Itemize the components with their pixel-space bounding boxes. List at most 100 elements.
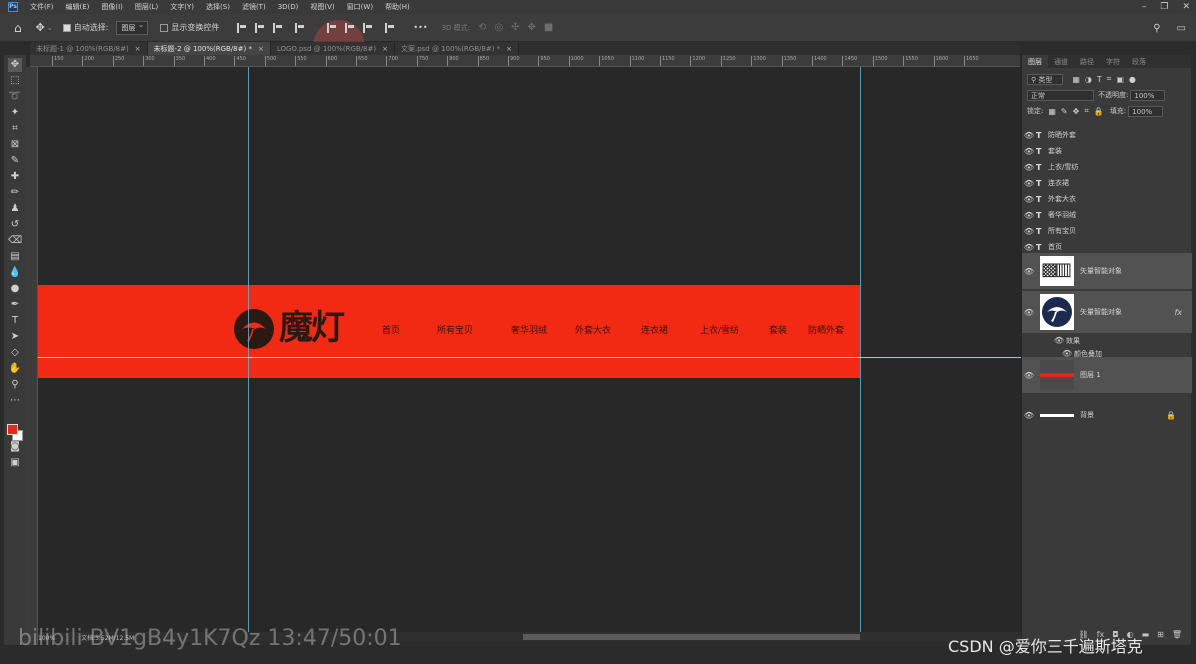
nav-luxury-down[interactable]: 奢华羽绒 <box>511 323 547 336</box>
visibility-eye-icon[interactable]: 👁 <box>1022 308 1036 317</box>
align-left-icon[interactable] <box>237 22 247 33</box>
dodge-tool-icon[interactable]: ● <box>8 282 22 296</box>
lock-all-icon[interactable]: 🔒 <box>1094 107 1104 116</box>
visibility-eye-icon[interactable]: 👁 <box>1052 336 1066 345</box>
tab-copy-psd[interactable]: 文案.psd @ 100%(RGB/8#) * × <box>394 42 520 55</box>
menu-window[interactable]: 窗口(W) <box>341 2 379 12</box>
menu-edit[interactable]: 编辑(E) <box>60 2 96 12</box>
menu-type[interactable]: 文字(Y) <box>164 2 200 12</box>
nav-home[interactable]: 首页 <box>382 323 400 336</box>
visibility-eye-icon[interactable]: 👁 <box>1022 163 1036 172</box>
eraser-tool-icon[interactable]: ⌫ <box>8 234 22 248</box>
restore-icon[interactable]: ❐ <box>1160 2 1168 12</box>
minimize-icon[interactable]: – <box>1142 2 1147 12</box>
align-top-icon[interactable] <box>327 22 337 33</box>
tab-layers[interactable]: 图层 <box>1022 55 1048 68</box>
close-window-icon[interactable]: ✕ <box>1182 2 1190 12</box>
quick-mask-icon[interactable]: ◙ <box>8 440 22 454</box>
tab-close-icon[interactable]: × <box>258 45 264 53</box>
tab-paths[interactable]: 路径 <box>1074 55 1100 68</box>
visibility-eye-icon[interactable]: 👁 <box>1022 131 1036 140</box>
menu-select[interactable]: 选择(S) <box>200 2 236 12</box>
distribute-icon[interactable] <box>295 22 305 33</box>
lasso-tool-icon[interactable]: ➰ <box>8 90 22 104</box>
layer-row-text[interactable]: 👁 T 奢华羽绒 <box>1022 207 1192 223</box>
distribute-vertical-icon[interactable] <box>385 22 395 33</box>
layer-row-text[interactable]: 👁 T 连衣裙 <box>1022 175 1192 191</box>
menu-file[interactable]: 文件(F) <box>24 2 60 12</box>
visibility-eye-icon[interactable]: 👁 <box>1022 371 1036 380</box>
fill-input[interactable]: 100% <box>1128 105 1164 117</box>
layer-effects-icon[interactable]: fx <box>1174 308 1182 317</box>
nav-dresses[interactable]: 连衣裙 <box>641 323 668 336</box>
tab-channels[interactable]: 通道 <box>1048 55 1074 68</box>
visibility-eye-icon[interactable]: 👁 <box>1022 267 1036 276</box>
foreground-color-swatch[interactable] <box>7 424 18 435</box>
tab-close-icon[interactable]: × <box>506 45 512 53</box>
marquee-tool-icon[interactable]: ⬚ <box>8 74 22 88</box>
visibility-eye-icon[interactable]: 👁 <box>1022 211 1036 220</box>
filter-type-icon[interactable]: T <box>1097 75 1102 84</box>
tab-logo-psd[interactable]: LOGO.psd @ 100%(RGB/8#) × <box>270 42 395 55</box>
tab-paragraph[interactable]: 段落 <box>1126 55 1152 68</box>
tab-doc-1[interactable]: 未标题-1 @ 100%(RGB/8#) × <box>30 42 148 55</box>
blend-mode-dropdown[interactable]: 正常 <box>1027 89 1094 101</box>
home-icon[interactable]: ⌂ <box>14 21 22 35</box>
visibility-eye-icon[interactable]: 👁 <box>1022 179 1036 188</box>
layer-row-text[interactable]: 👁 T 防晒外套 <box>1022 127 1192 143</box>
show-transform-checkbox[interactable]: 显示变换控件 <box>160 22 219 33</box>
clone-stamp-tool-icon[interactable]: ♟ <box>8 202 22 216</box>
layer-row-text[interactable]: 👁 T 所有宝贝 <box>1022 223 1192 239</box>
filter-pixel-icon[interactable]: ▦ <box>1072 75 1080 84</box>
menu-help[interactable]: 帮助(H) <box>379 2 416 12</box>
scrollbar-thumb[interactable] <box>523 634 860 640</box>
menu-view[interactable]: 视图(V) <box>304 2 340 12</box>
more-tools-icon[interactable]: ⋯ <box>8 394 22 408</box>
filter-adjustment-icon[interactable]: ◑ <box>1085 75 1092 84</box>
new-layer-icon[interactable]: ⊞ <box>1157 630 1164 639</box>
align-hcenter-icon[interactable] <box>255 22 265 33</box>
visibility-eye-icon[interactable]: 👁 <box>1022 411 1036 420</box>
lock-artboard-icon[interactable]: ⌗ <box>1084 106 1089 116</box>
menu-3d[interactable]: 3D(D) <box>272 3 305 11</box>
zoom-tool-icon[interactable]: ⚲ <box>8 378 22 392</box>
layer-row-layer1[interactable]: 👁 图层 1 <box>1022 357 1192 393</box>
type-tool-icon[interactable]: T <box>8 314 22 328</box>
gradient-tool-icon[interactable]: ▤ <box>8 250 22 264</box>
eyedropper-tool-icon[interactable]: ✎ <box>8 154 22 168</box>
move-tool-icon[interactable]: ✥ <box>8 58 22 72</box>
filter-shape-icon[interactable]: ⌗ <box>1107 74 1112 84</box>
visibility-eye-icon[interactable]: 👁 <box>1022 147 1036 156</box>
workspace-icon[interactable]: ▭ <box>1177 23 1186 34</box>
screen-mode-icon[interactable]: ▣ <box>8 456 22 470</box>
layer-row-smart-object-logo[interactable]: 👁 矢量智能对象 fx <box>1022 291 1192 333</box>
path-selection-tool-icon[interactable]: ➤ <box>8 330 22 344</box>
visibility-eye-icon[interactable]: 👁 <box>1022 227 1036 236</box>
layer-row-smart-object[interactable]: 👁 ▩▥ 矢量智能对象 <box>1022 253 1192 289</box>
layer-row-text[interactable]: 👁 T 外套大衣 <box>1022 191 1192 207</box>
tab-close-icon[interactable]: × <box>135 45 141 53</box>
lock-position-icon[interactable]: ✥ <box>1073 107 1080 116</box>
menu-image[interactable]: 图像(I) <box>95 2 129 12</box>
nav-suits[interactable]: 套装 <box>769 323 787 336</box>
align-vcenter-icon[interactable] <box>345 22 355 33</box>
lock-image-icon[interactable]: ✎ <box>1061 107 1068 116</box>
tab-close-icon[interactable]: × <box>382 45 388 53</box>
frame-tool-icon[interactable]: ⊠ <box>8 138 22 152</box>
align-bottom-icon[interactable] <box>363 22 373 33</box>
guide-line-horizontal[interactable] <box>38 357 1021 358</box>
guide-line-left[interactable] <box>248 67 249 632</box>
search-icon[interactable]: ⚲ <box>1153 23 1160 34</box>
tab-doc-2[interactable]: 未标题-2 @ 100%(RGB/8#) * × <box>147 42 271 55</box>
lock-transparent-icon[interactable]: ▦ <box>1048 107 1056 116</box>
shape-tool-icon[interactable]: ◇ <box>8 346 22 360</box>
filter-kind-dropdown[interactable]: ⚲ 类型 <box>1027 73 1064 85</box>
menu-filter[interactable]: 滤镜(T) <box>236 2 272 12</box>
pen-tool-icon[interactable]: ✒ <box>8 298 22 312</box>
layer-row-text[interactable]: 👁 T 套装 <box>1022 143 1192 159</box>
hand-tool-icon[interactable]: ✋ <box>8 362 22 376</box>
visibility-eye-icon[interactable]: 👁 <box>1022 195 1036 204</box>
nav-coats[interactable]: 外套大衣 <box>575 323 611 336</box>
nav-all-items[interactable]: 所有宝贝 <box>437 323 473 336</box>
nav-sun-protection[interactable]: 防晒外套 <box>808 323 844 336</box>
